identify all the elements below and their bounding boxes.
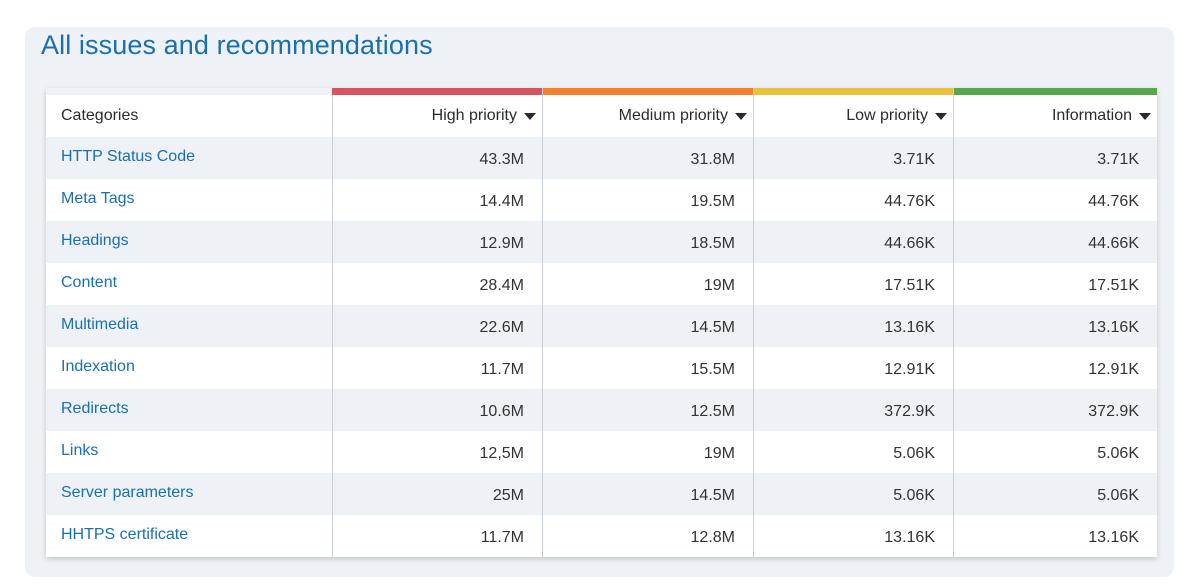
- low-priority-value: 13.16K: [884, 529, 935, 546]
- medium-priority-value: 14.5M: [690, 487, 735, 504]
- high-priority-value: 11.7M: [480, 529, 524, 546]
- header-label: Medium priority: [618, 107, 728, 124]
- category-link[interactable]: Meta Tags: [46, 179, 332, 221]
- column-divider: [753, 88, 754, 557]
- low-priority-value: 12.91K: [884, 361, 935, 378]
- header-low-priority[interactable]: Low priority: [753, 95, 953, 137]
- issues-table: Categories High priority Medium priority…: [46, 88, 1157, 557]
- high-priority-value: 25M: [492, 487, 524, 504]
- header-label: Low priority: [846, 107, 928, 124]
- table-row: Content 28.4M 19M 17.51K 17.51K: [46, 263, 1157, 305]
- page-title: All issues and recommendations: [41, 30, 433, 60]
- caret-down-icon[interactable]: [1139, 112, 1151, 120]
- table-row: Server parameters 25M 14.5M 5.06K 5.06K: [46, 473, 1157, 515]
- table-row: Redirects 10.6M 12.5M 372.9K 372.9K: [46, 389, 1157, 431]
- caret-down-icon[interactable]: [935, 112, 947, 120]
- category-link[interactable]: Links: [46, 431, 332, 473]
- category-link[interactable]: HTTP Status Code: [46, 137, 332, 179]
- high-priority-value: 14.4M: [479, 193, 524, 210]
- low-priority-value: 372.9K: [884, 403, 935, 420]
- category-link[interactable]: Headings: [46, 221, 332, 263]
- header-medium-priority[interactable]: Medium priority: [542, 95, 753, 137]
- header-high-priority[interactable]: High priority: [332, 95, 542, 137]
- information-value: 5.06K: [1097, 487, 1139, 504]
- high-priority-value: 10.6M: [479, 403, 524, 420]
- information-value: 3.71K: [1097, 151, 1139, 168]
- high-priority-color-bar: [332, 88, 542, 95]
- table-row: HTTP Status Code 43.3M 31.8M 3.71K 3.71K: [46, 137, 1157, 179]
- category-link[interactable]: Indexation: [46, 347, 332, 389]
- column-divider: [332, 95, 333, 557]
- caret-down-icon[interactable]: [735, 112, 747, 120]
- low-priority-value: 13.16K: [884, 319, 935, 336]
- high-priority-value: 22.6M: [479, 319, 524, 336]
- table-row: HHTPS certificate 11.7M 12.8M 13.16K 13.16K: [46, 515, 1157, 557]
- medium-priority-value: 15.5M: [690, 361, 735, 378]
- medium-priority-value: 19M: [703, 277, 735, 294]
- information-value: 372.9K: [1088, 403, 1139, 420]
- table-row: Meta Tags 14.4M 19.5M 44.76K 44.76K: [46, 179, 1157, 221]
- caret-down-icon[interactable]: [524, 112, 536, 120]
- header-information[interactable]: Information: [953, 95, 1157, 137]
- low-priority-value: 44.66K: [884, 235, 935, 252]
- high-priority-value: 12.9M: [479, 235, 524, 252]
- information-color-bar: [953, 88, 1157, 95]
- low-priority-value: 3.71K: [893, 151, 935, 168]
- medium-priority-color-bar: [542, 88, 753, 95]
- header-label: High priority: [431, 107, 517, 124]
- medium-priority-value: 19M: [703, 445, 735, 462]
- category-link[interactable]: Redirects: [46, 389, 332, 431]
- table-row: Links 12,5M 19M 5.06K 5.06K: [46, 431, 1157, 473]
- high-priority-value: 28.4M: [479, 277, 524, 294]
- table-row: Indexation 11.7M 15.5M 12.91K 12.91K: [46, 347, 1157, 389]
- medium-priority-value: 18.5M: [690, 235, 735, 252]
- header-label: Information: [1051, 107, 1132, 124]
- medium-priority-value: 14.5M: [690, 319, 735, 336]
- medium-priority-value: 12.5M: [690, 403, 735, 420]
- categories-header-label: Categories: [61, 107, 139, 124]
- low-priority-color-bar: [753, 88, 953, 95]
- information-value: 13.16K: [1088, 529, 1139, 546]
- medium-priority-value: 12.8M: [690, 529, 735, 546]
- category-link[interactable]: HHTPS certificate: [46, 515, 332, 557]
- category-link[interactable]: Content: [46, 263, 332, 305]
- information-value: 12.91K: [1088, 361, 1139, 378]
- information-value: 44.76K: [1088, 193, 1139, 210]
- category-link[interactable]: Multimedia: [46, 305, 332, 347]
- table-row: Headings 12.9M 18.5M 44.66K 44.66K: [46, 221, 1157, 263]
- information-value: 44.66K: [1088, 235, 1139, 252]
- column-divider: [953, 88, 954, 557]
- medium-priority-value: 31.8M: [690, 151, 735, 168]
- high-priority-value: 11.7M: [480, 361, 524, 378]
- low-priority-value: 44.76K: [884, 193, 935, 210]
- table-body: HTTP Status Code 43.3M 31.8M 3.71K 3.71K Meta…: [46, 137, 1157, 557]
- information-value: 5.06K: [1097, 445, 1139, 462]
- low-priority-value: 5.06K: [893, 445, 935, 462]
- information-value: 17.51K: [1088, 277, 1139, 294]
- header-categories: Categories: [46, 95, 332, 137]
- table-row: Multimedia 22.6M 14.5M 13.16K 13.16K: [46, 305, 1157, 347]
- category-link[interactable]: Server parameters: [46, 473, 332, 515]
- information-value: 13.16K: [1088, 319, 1139, 336]
- high-priority-value: 43.3M: [479, 151, 524, 168]
- high-priority-value: 12,5M: [479, 445, 524, 462]
- column-divider: [542, 88, 543, 557]
- medium-priority-value: 19.5M: [690, 193, 735, 210]
- low-priority-value: 5.06K: [893, 487, 935, 504]
- low-priority-value: 17.51K: [884, 277, 935, 294]
